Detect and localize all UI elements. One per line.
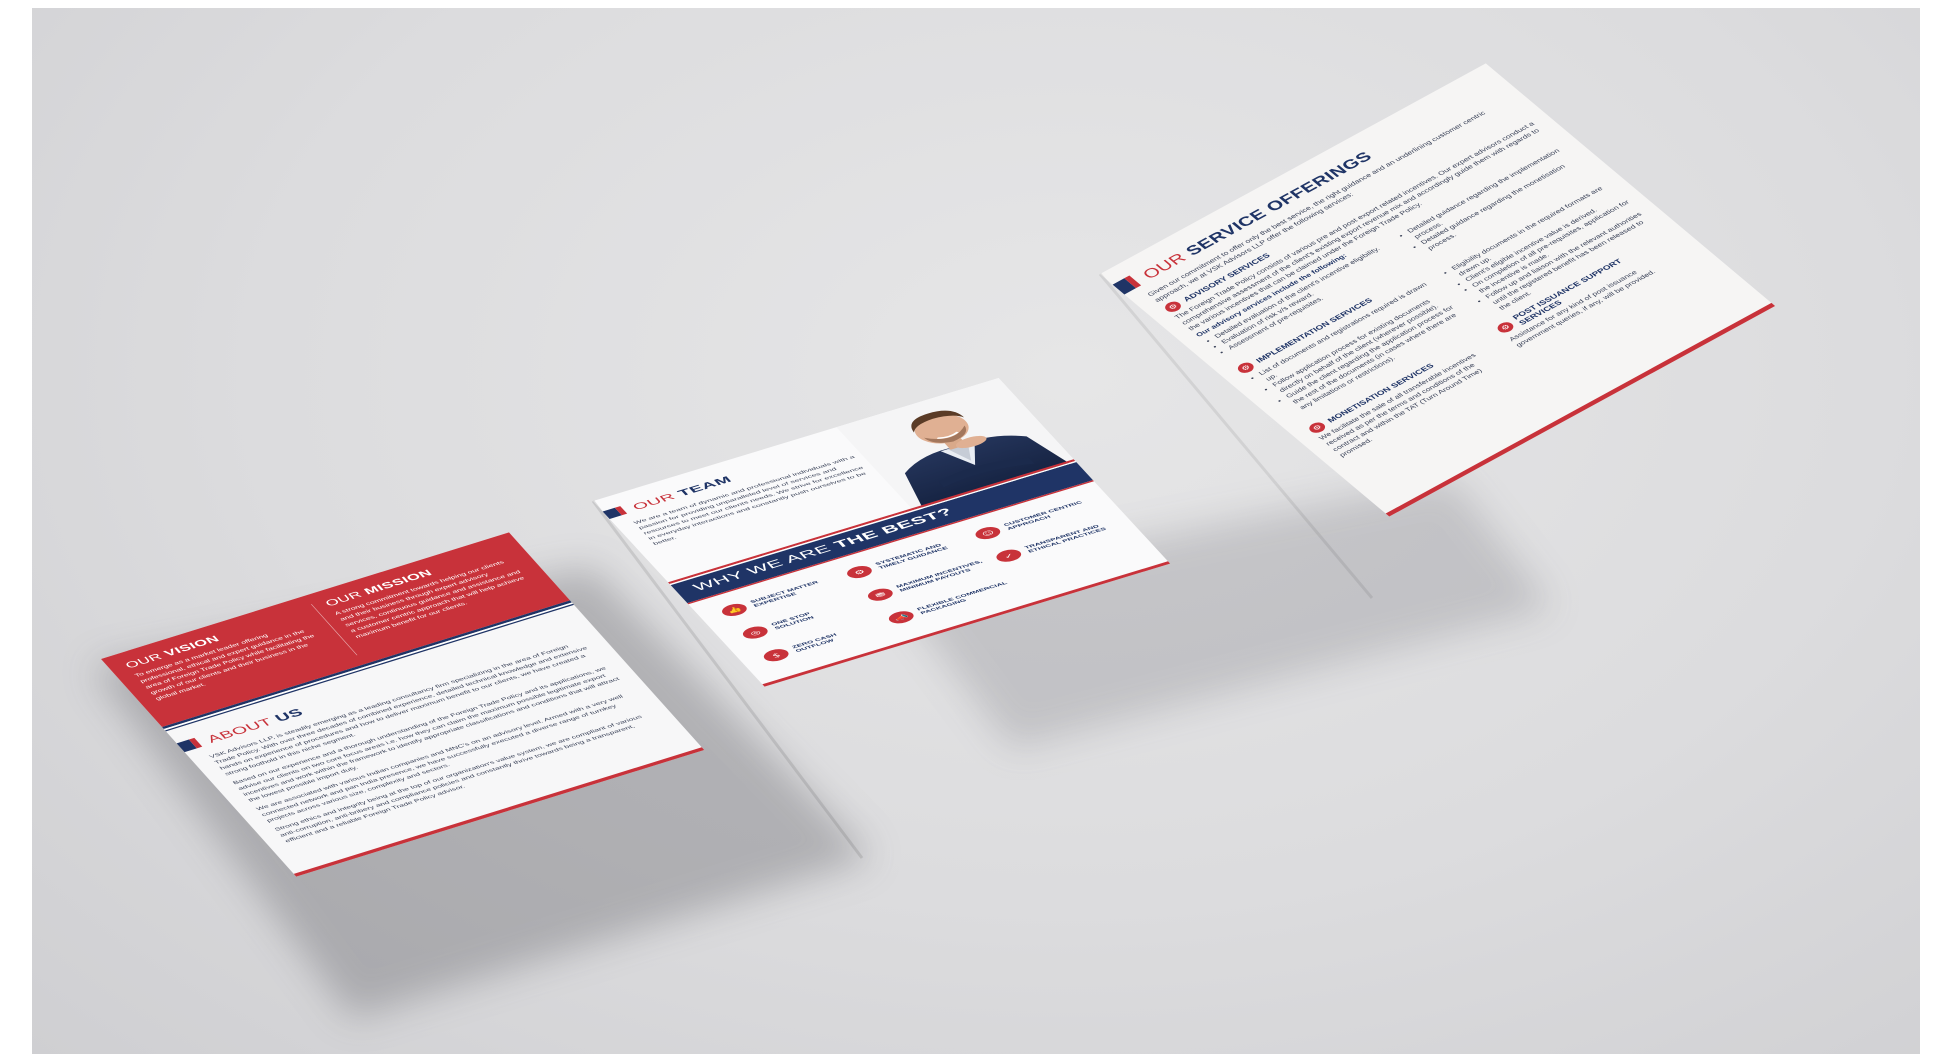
right-panel-content: OUR SERVICE OFFERINGS Given our commitme… [1100,63,1776,517]
gear-icon: ⚙ [1494,320,1517,335]
photo-backdrop: OUR VISION To emerge as a market leader … [32,8,1920,1054]
service-marker [1112,275,1142,295]
service-body: Given our commitment to offer only the b… [1146,96,1705,459]
brochure-right-panel: OUR SERVICE OFFERINGS Given our commitme… [32,8,1920,1054]
